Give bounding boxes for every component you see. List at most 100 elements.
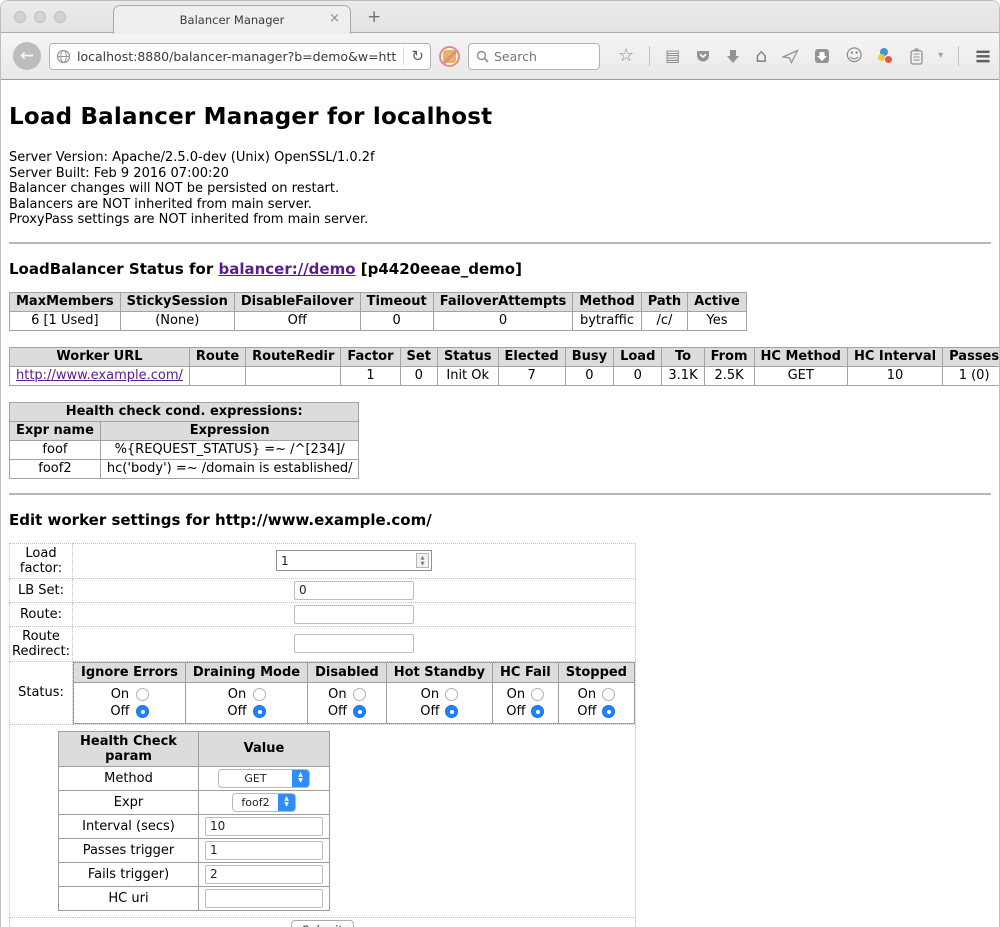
send-plane-icon[interactable] (782, 49, 799, 64)
zoom-window-button[interactable] (54, 11, 66, 23)
colored-dots-extension-icon[interactable] (878, 48, 895, 64)
worker-row: http://www.example.com/ 1 0 Init Ok 7 0 … (10, 366, 1000, 385)
proxypass-note: ProxyPass settings are NOT inherited fro… (9, 212, 991, 228)
balancer-status-table: MaxMembers StickySession DisableFailover… (9, 292, 747, 331)
balancer-status-heading: LoadBalancer Status for balancer://demo … (9, 260, 991, 278)
disabled-off-radio[interactable] (353, 705, 366, 718)
hc-passes-row: Passes trigger (59, 838, 330, 862)
downloads-box-icon[interactable] (814, 48, 830, 64)
load-factor-label: Load factor: (10, 543, 73, 578)
expressions-title-row: Health check cond. expressions: (10, 402, 359, 421)
submit-row: Submit (10, 917, 636, 927)
col-stickysession: StickySession (120, 292, 234, 311)
back-button[interactable]: ← (13, 42, 41, 70)
table-header-row: Expr name Expression (10, 421, 359, 440)
select-chevrons-icon: ▲▼ (292, 769, 309, 788)
tab-balancer-manager[interactable]: Balancer Manager × (113, 5, 351, 34)
table-row: 6 [1 Used] (None) Off 0 0 bytraffic /c/ … (10, 311, 747, 330)
battery-extension-icon[interactable] (910, 48, 923, 65)
hc-uri-input[interactable] (205, 889, 323, 908)
health-check-table: Health Check param Value Method GET ▲▼ (58, 731, 330, 911)
route-redirect-row: Route Redirect: (10, 626, 636, 661)
search-bar[interactable] (468, 43, 600, 70)
status-row: Status: Ignore Errors Draining Mode Disa… (10, 661, 636, 724)
lb-set-input[interactable] (294, 581, 414, 600)
edit-worker-table: Load factor: 1 ▲▼ LB Set: Route: Route R… (9, 543, 636, 927)
home-icon[interactable]: ⌂ (755, 47, 767, 66)
close-window-button[interactable] (14, 11, 26, 23)
col-failoverattempts: FailoverAttempts (433, 292, 573, 311)
worker-url-link[interactable]: http://www.example.com/ (16, 368, 183, 383)
reload-icon[interactable]: ↻ (403, 47, 424, 65)
menu-hamburger-icon[interactable]: ≡ (974, 44, 992, 68)
hc-fail-on-radio[interactable] (531, 688, 544, 701)
pocket-icon[interactable] (695, 48, 711, 64)
search-input[interactable] (494, 49, 584, 64)
server-built: Server Built: Feb 9 2016 07:00:20 (9, 166, 991, 182)
url-bar[interactable]: localhost:8880/balancer-manager?b=demo&w… (49, 43, 431, 70)
ignore-errors-off-radio[interactable] (136, 705, 149, 718)
col-path: Path (641, 292, 687, 311)
stepper-icon[interactable]: ▲▼ (416, 553, 429, 568)
tab-close-icon[interactable]: × (329, 11, 340, 26)
balancer-demo-link[interactable]: balancer://demo (218, 260, 355, 278)
url-text[interactable]: localhost:8880/balancer-manager?b=demo&w… (77, 49, 397, 64)
hc-interval-input[interactable] (205, 817, 323, 836)
persist-note: Balancer changes will NOT be persisted o… (9, 181, 991, 197)
hot-standby-off-radio[interactable] (445, 705, 458, 718)
edit-worker-heading: Edit worker settings for http://www.exam… (9, 511, 991, 529)
divider (9, 242, 991, 244)
inherit-note: Balancers are NOT inherited from main se… (9, 197, 991, 213)
lb-set-row: LB Set: (10, 578, 636, 602)
hc-passes-input[interactable] (205, 841, 323, 860)
hc-expr-row: Expr foof2 ▲▼ (59, 790, 330, 814)
hc-method-select[interactable]: GET ▲▼ (218, 769, 310, 788)
load-factor-input[interactable]: 1 ▲▼ (276, 550, 432, 571)
col-maxmembers: MaxMembers (10, 292, 121, 311)
back-arrow-icon: ← (20, 46, 34, 66)
clipboard-icon[interactable]: ▤ (665, 48, 680, 64)
draining-mode-off-radio[interactable] (253, 705, 266, 718)
hc-fails-input[interactable] (205, 865, 323, 884)
adblock-icon[interactable] (439, 46, 460, 67)
disabled-on-radio[interactable] (353, 688, 366, 701)
stopped-on-radio[interactable] (602, 688, 615, 701)
toolbar-separator-2 (958, 46, 959, 66)
new-tab-button[interactable]: + (367, 7, 381, 27)
ignore-errors-on-radio[interactable] (136, 688, 149, 701)
stopped-off-radio[interactable] (602, 705, 615, 718)
minimize-window-button[interactable] (34, 11, 46, 23)
submit-button[interactable]: Submit (291, 920, 354, 927)
hc-uri-row: HC uri (59, 886, 330, 910)
hc-expr-select[interactable]: foof2 ▲▼ (232, 793, 296, 812)
hc-fail-off-radio[interactable] (531, 705, 544, 718)
hc-interval-row: Interval (secs) (59, 814, 330, 838)
titlebar: Balancer Manager × + (1, 1, 999, 33)
col-disablefailover: DisableFailover (234, 292, 360, 311)
toolbar-icons: ☆ ▤ ⌂ ☺ ▾ ≡ ▦ (618, 44, 1000, 68)
draining-mode-on-radio[interactable] (253, 688, 266, 701)
feedback-smiley-icon[interactable]: ☺ (845, 48, 863, 65)
route-input[interactable] (294, 605, 414, 624)
overflow-chevron-icon[interactable]: ▾ (938, 51, 943, 61)
toolbar-separator (649, 46, 650, 66)
status-table: Ignore Errors Draining Mode Disabled Hot… (73, 662, 635, 724)
tab-title: Balancer Manager (180, 13, 285, 27)
heading-suffix: [p4420eeae_demo] (356, 260, 522, 278)
lb-set-label: LB Set: (10, 578, 73, 602)
download-arrow-icon[interactable] (726, 49, 740, 64)
expression-row-foof: foof %{REQUEST_STATUS} =~ /^[234]/ (10, 440, 359, 459)
col-timeout: Timeout (360, 292, 433, 311)
bookmark-star-icon[interactable]: ☆ (618, 47, 634, 65)
hot-standby-on-radio[interactable] (445, 688, 458, 701)
route-redirect-input[interactable] (294, 634, 414, 653)
health-check-row: Health Check param Value Method GET ▲▼ (10, 724, 636, 917)
page-content: Load Balancer Manager for localhost Serv… (1, 80, 999, 927)
route-label: Route: (10, 602, 73, 626)
server-version: Server Version: Apache/2.5.0-dev (Unix) … (9, 150, 991, 166)
expression-row-foof2: foof2 hc('body') =~ /domain is establish… (10, 459, 359, 478)
heading-prefix: LoadBalancer Status for (9, 260, 218, 278)
workers-table: Worker URL Route RouteRedir Factor Set S… (9, 347, 1000, 386)
hc-header-row: Health Check param Value (59, 731, 330, 766)
route-redirect-label: Route Redirect: (10, 626, 73, 661)
